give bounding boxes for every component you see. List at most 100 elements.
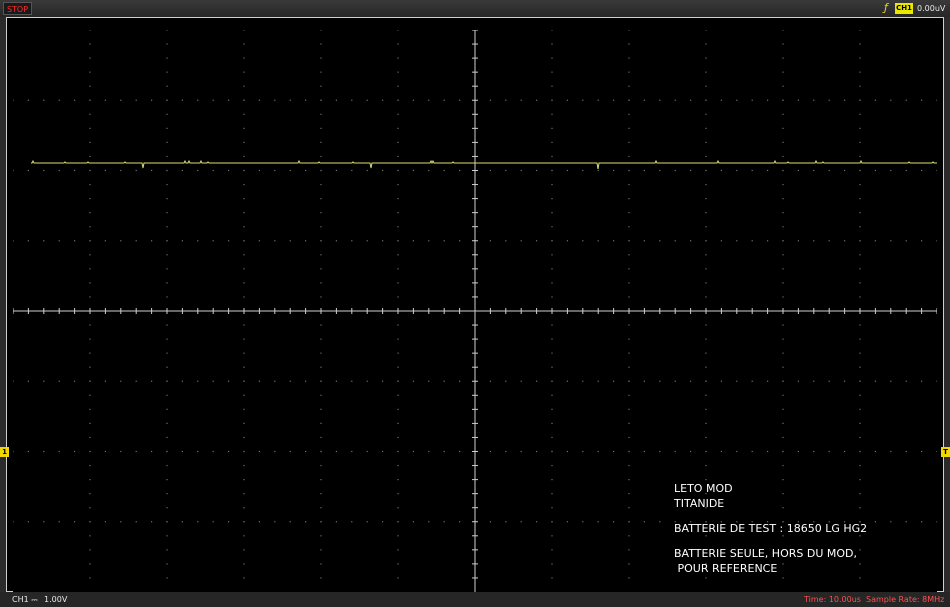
grid-dot xyxy=(74,240,76,242)
grid-dot xyxy=(243,422,245,424)
grid-dot xyxy=(181,240,183,242)
grid-dot xyxy=(397,394,399,396)
grid-dot xyxy=(551,212,553,214)
grid-dot xyxy=(274,521,276,523)
grid-dot xyxy=(613,99,615,101)
grid-dot xyxy=(705,436,707,439)
grid-dot xyxy=(782,127,784,129)
grid-dot xyxy=(551,127,553,129)
grid-dot xyxy=(166,169,168,172)
grid-dot xyxy=(43,99,45,101)
grid-dot xyxy=(582,521,584,523)
grid-dot xyxy=(43,450,45,453)
grid-dot xyxy=(27,240,29,242)
grid-dot xyxy=(274,240,276,242)
grid-dot xyxy=(736,99,738,101)
channel-label[interactable]: CH1 ⎓ xyxy=(12,593,38,606)
grid-dot xyxy=(859,169,861,172)
grid-dot xyxy=(351,169,353,172)
grid-dot xyxy=(397,493,399,495)
grid-dot xyxy=(243,127,245,129)
grid-dot xyxy=(243,30,245,31)
grid-dot xyxy=(551,450,553,453)
grid-dot xyxy=(489,169,491,172)
annotation-line: BATTERIE DE TEST : 18650 LG HG2 xyxy=(674,522,868,535)
grid-dot xyxy=(89,183,91,186)
grid-dot xyxy=(166,99,168,101)
grid-dot xyxy=(582,380,584,382)
grid-dot xyxy=(412,99,414,101)
grid-dot xyxy=(551,352,553,354)
grid-dot xyxy=(628,169,630,172)
channel-1-position-marker[interactable]: 1 xyxy=(0,447,9,457)
grid-dot xyxy=(43,169,45,172)
trigger-slope-icon[interactable]: ƒ xyxy=(884,1,893,15)
grid-dot xyxy=(166,183,168,186)
grid-dot xyxy=(320,268,322,270)
grid-dot xyxy=(166,380,168,382)
grid-dot xyxy=(551,155,553,158)
grid-dot xyxy=(135,450,137,453)
grid-dot xyxy=(720,380,722,382)
grid-dot xyxy=(551,30,553,31)
grid-dot xyxy=(166,212,168,214)
grid-dot xyxy=(551,296,553,298)
grid-dot xyxy=(859,296,861,298)
grid-dot xyxy=(104,240,106,242)
grid-dot xyxy=(320,183,322,186)
grid-dot xyxy=(428,521,430,523)
grid-dot xyxy=(243,155,245,158)
grid-dot xyxy=(859,268,861,270)
grid-dot xyxy=(551,113,553,115)
grid-dot xyxy=(320,324,322,326)
grid-dot xyxy=(320,366,322,368)
grid-dot xyxy=(243,535,245,537)
grid-dot xyxy=(289,450,291,453)
grid-dot xyxy=(828,380,830,382)
grid-dot xyxy=(489,521,491,523)
grid-dot xyxy=(228,450,230,453)
run-stop-button[interactable]: STOP xyxy=(3,2,32,15)
grid-dot xyxy=(397,169,399,172)
grid-dot xyxy=(151,99,153,101)
grid-dot xyxy=(166,493,168,495)
grid-dot xyxy=(243,212,245,214)
grid-dot xyxy=(705,338,707,340)
grid-dot xyxy=(536,169,538,172)
grid-dot xyxy=(520,99,522,101)
grid-dot xyxy=(397,521,399,523)
grid-dot xyxy=(936,450,937,453)
grid-dot xyxy=(628,282,630,284)
grid-dot xyxy=(89,577,91,579)
grid-dot xyxy=(397,155,399,158)
grid-dot xyxy=(782,71,784,73)
grid-dot xyxy=(489,240,491,242)
grid-dot xyxy=(628,296,630,298)
grid-dot xyxy=(320,43,322,45)
grid-dot xyxy=(166,450,168,453)
grid-dot xyxy=(135,99,137,101)
grid-dot xyxy=(120,169,122,172)
grid-dot xyxy=(89,436,91,439)
grid-dot xyxy=(397,43,399,45)
trigger-position-marker[interactable]: T xyxy=(941,447,950,457)
grid-dot xyxy=(166,366,168,368)
trigger-channel-badge[interactable]: CH1 xyxy=(895,3,913,14)
grid-dot xyxy=(736,450,738,453)
grid-dot xyxy=(166,549,168,551)
grid-dot xyxy=(597,240,599,242)
grid-dot xyxy=(751,450,753,453)
grid-dot xyxy=(397,408,399,410)
grid-dot xyxy=(597,99,599,101)
grid-dot xyxy=(520,380,522,382)
grid-dot xyxy=(551,521,553,523)
grid-dot xyxy=(751,169,753,172)
grid-dot xyxy=(551,394,553,396)
grid-dot xyxy=(782,408,784,410)
grid-dot xyxy=(659,99,661,101)
grid-dot xyxy=(320,493,322,495)
grid-dot xyxy=(536,99,538,101)
grid-dot xyxy=(582,240,584,242)
grid-dot xyxy=(258,169,260,172)
grid-dot xyxy=(782,212,784,214)
